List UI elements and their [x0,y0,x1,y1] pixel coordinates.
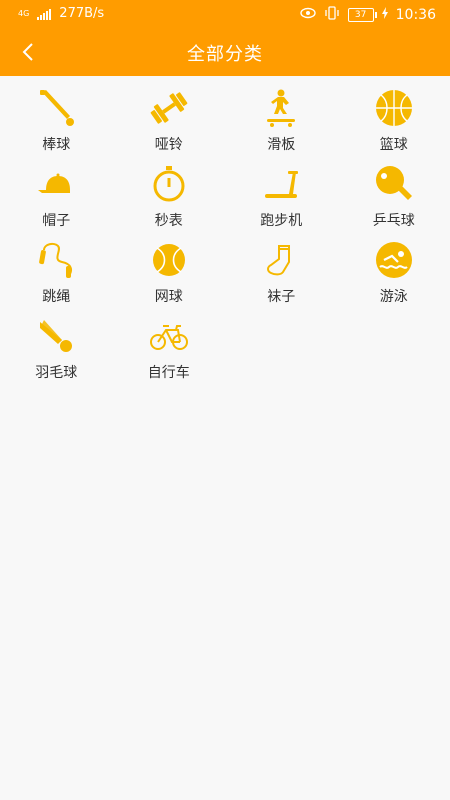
category-label: 跳绳 [42,289,71,305]
category-label: 跑步机 [260,213,303,229]
eye-icon [299,7,316,23]
network-speed: 277B/s [59,6,105,21]
charging-icon [381,7,388,23]
category-label: 哑铃 [154,137,183,153]
dumbbell-icon [149,88,189,128]
category-jump-rope[interactable]: 跳绳 [0,228,113,305]
category-label: 秒表 [154,213,183,229]
category-treadmill[interactable]: 跑步机 [225,152,338,229]
baseball-bat-icon [36,88,76,128]
category-skateboard[interactable]: 滑板 [225,76,338,153]
sock-icon [261,240,301,280]
battery-level: 37 [354,10,367,20]
top-bar: 4G 277B/s 37 10:36 全部分类 [0,0,450,76]
tennis-ball-icon [149,240,189,280]
category-baseball[interactable]: 棒球 [0,76,113,153]
category-badminton[interactable]: 羽毛球 [0,304,113,381]
category-cap[interactable]: 帽子 [0,152,113,229]
category-label: 帽子 [42,213,71,229]
status-bar: 4G 277B/s 37 10:36 [0,0,450,28]
skateboard-icon [261,88,301,128]
page-title: 全部分类 [187,44,263,65]
network-type: 4G [18,9,30,18]
bicycle-icon [149,316,189,356]
basketball-icon [374,88,414,128]
treadmill-icon [261,164,301,204]
shuttlecock-icon [36,316,76,356]
stopwatch-icon [149,164,189,204]
vibrate-icon [324,6,340,24]
category-bicycle[interactable]: 自行车 [113,304,226,381]
category-label: 乒乓球 [372,213,415,229]
category-basketball[interactable]: 篮球 [338,76,450,153]
category-label: 羽毛球 [35,365,78,381]
category-dumbbell[interactable]: 哑铃 [113,76,226,153]
category-label: 游泳 [379,289,408,305]
category-label: 棒球 [42,137,71,153]
nav-bar: 全部分类 [0,28,450,76]
category-label: 袜子 [267,289,296,305]
category-grid: 棒球 哑铃 滑板 篮球 帽子 秒表 跑步机 乒乓球 跳绳 网球 袜子 游泳 羽毛… [0,76,450,381]
jump-rope-icon [36,240,76,280]
category-stopwatch[interactable]: 秒表 [113,152,226,229]
category-pingpong[interactable]: 乒乓球 [338,152,450,229]
category-tennis[interactable]: 网球 [113,228,226,305]
category-label: 篮球 [379,137,408,153]
category-label: 网球 [154,289,183,305]
category-swimming[interactable]: 游泳 [338,228,450,305]
signal-icon [37,8,52,20]
category-label: 滑板 [267,137,296,153]
pingpong-icon [374,164,414,204]
category-sock[interactable]: 袜子 [225,228,338,305]
clock: 10:36 [395,7,436,23]
battery-icon: 37 [347,8,377,22]
swimming-icon [374,240,414,280]
category-label: 自行车 [147,365,190,381]
cap-icon [36,164,76,204]
